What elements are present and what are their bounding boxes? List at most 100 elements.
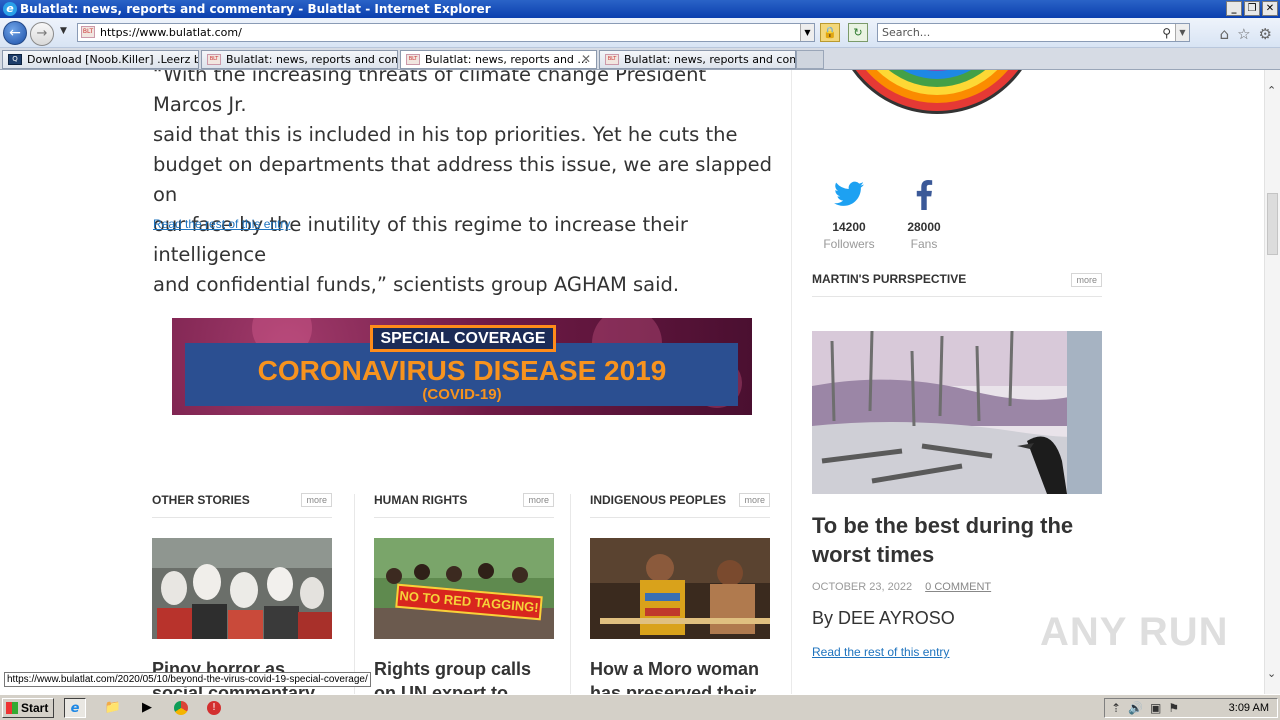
- tray-expand-icon[interactable]: ⇡: [1111, 701, 1121, 715]
- close-button[interactable]: ✕: [1262, 1, 1278, 16]
- restore-button[interactable]: ❐: [1244, 1, 1260, 16]
- banner-subheadline: (COVID-19): [422, 386, 502, 403]
- sidebar-article-title[interactable]: To be the best during the worst times: [812, 511, 1112, 569]
- action-center-flag-icon[interactable]: ⚑: [1168, 701, 1179, 715]
- facebook-count: 28000: [907, 220, 941, 234]
- article-read-more-link[interactable]: Read the rest of this entry: [153, 217, 290, 231]
- new-tab-button[interactable]: [796, 50, 824, 69]
- story-image-rally[interactable]: NO TO RED TAGGING!: [374, 538, 554, 639]
- tab-label: Bulatlat: news, reports and com...: [624, 53, 796, 66]
- address-url[interactable]: https://www.bulatlat.com/: [100, 26, 242, 39]
- bulatlat-favicon-icon: BLT: [605, 54, 619, 65]
- window-titlebar: e Bulatlat: news, reports and commentary…: [0, 0, 1280, 18]
- settings-gear-icon[interactable]: ⚙: [1259, 25, 1272, 43]
- tab-label: Bulatlat: news, reports and ...: [425, 53, 588, 66]
- section-other-stories: OTHER STORIES more Pinoy horror as socia…: [152, 491, 332, 694]
- widget-heading-label: MARTIN'S PURRSPECTIVE: [812, 272, 967, 286]
- scroll-down-icon[interactable]: ⌄: [1267, 667, 1276, 680]
- address-dropdown-icon[interactable]: ▼: [800, 24, 814, 41]
- tab-bulatlat-active[interactable]: BLT Bulatlat: news, reports and ... ✕: [400, 50, 597, 69]
- section-human-rights: HUMAN RIGHTS more NO TO RED TAGGING! Rig…: [374, 491, 554, 694]
- twitter-label: Followers: [823, 237, 875, 251]
- article-line: “With the increasing threats of climate …: [153, 70, 707, 116]
- tab-bulatlat-3[interactable]: BLT Bulatlat: news, reports and com...: [599, 50, 796, 69]
- address-bar[interactable]: BLT https://www.bulatlat.com/ ▼: [77, 23, 815, 42]
- status-bar-url: https://www.bulatlat.com/2020/05/10/beyo…: [4, 672, 371, 687]
- bulatlat-favicon-icon: BLT: [207, 54, 221, 65]
- site-favicon-icon: BLT: [81, 26, 95, 38]
- facebook-fans[interactable]: 28000 Fans: [894, 180, 954, 251]
- section-indigenous-peoples: INDIGENOUS PEOPLES more How a Moro woman…: [590, 491, 770, 694]
- story-image-masked-protesters[interactable]: [152, 538, 332, 639]
- tab-download[interactable]: Q Download [Noob.Killer] .Leerz b...: [2, 50, 199, 69]
- banner-headline: CORONAVIRUS DISEASE 2019: [257, 355, 667, 386]
- column-divider: [354, 494, 355, 694]
- back-button[interactable]: ←: [3, 21, 27, 45]
- network-icon[interactable]: ▣: [1150, 701, 1161, 715]
- volume-icon[interactable]: 🔊: [1128, 701, 1143, 715]
- windows-logo-icon: [6, 702, 18, 714]
- section-heading: HUMAN RIGHTS more: [374, 491, 554, 518]
- article-excerpt: “With the increasing threats of climate …: [153, 70, 778, 300]
- clock[interactable]: 3:09 AM: [1229, 702, 1269, 714]
- more-button[interactable]: more: [739, 493, 770, 507]
- recent-pages-dropdown-icon[interactable]: ▼: [60, 26, 67, 36]
- search-dropdown-icon[interactable]: ▼: [1175, 24, 1189, 41]
- forward-button[interactable]: →: [30, 22, 54, 46]
- tab-close-icon[interactable]: ✕: [581, 51, 591, 68]
- story-image-weaving-women[interactable]: [590, 538, 770, 639]
- security-app-taskbar-icon[interactable]: !: [203, 698, 225, 718]
- security-lock-icon[interactable]: 🔒: [820, 23, 840, 42]
- tab-bulatlat-1[interactable]: BLT Bulatlat: news, reports and com...: [201, 50, 398, 69]
- twitter-count: 14200: [832, 220, 866, 234]
- comment-count-link[interactable]: 0 COMMENT: [925, 581, 991, 593]
- sidebar-article-meta: OCTOBER 23, 2022 0 COMMENT: [812, 581, 991, 593]
- section-heading-label: INDIGENOUS PEOPLES: [590, 493, 727, 507]
- minimize-button[interactable]: _: [1226, 1, 1242, 16]
- story-title[interactable]: How a Moro woman has preserved their: [590, 657, 770, 694]
- article-line: said that this is included in his top pr…: [153, 123, 738, 146]
- rainbow-logo-graphic: [852, 70, 1022, 114]
- section-heading: INDIGENOUS PEOPLES more: [590, 491, 770, 518]
- vertical-scrollbar[interactable]: ⌃ ⌄: [1264, 70, 1280, 694]
- section-heading-label: OTHER STORIES: [152, 493, 250, 507]
- media-player-taskbar-icon[interactable]: ▶: [136, 698, 158, 718]
- search-placeholder: Search...: [882, 26, 931, 39]
- covid-special-coverage-banner[interactable]: SPECIAL COVERAGE CORONAVIRUS DISEASE 201…: [172, 318, 752, 415]
- refresh-icon[interactable]: ↻: [848, 23, 868, 42]
- search-icon[interactable]: ⚲: [1162, 25, 1171, 42]
- sidebar-widget-heading: MARTIN'S PURRSPECTIVE more: [812, 271, 1102, 297]
- folder-taskbar-icon[interactable]: 📁: [102, 698, 124, 718]
- section-heading: OTHER STORIES more: [152, 491, 332, 518]
- more-button[interactable]: more: [523, 493, 554, 507]
- scroll-up-icon[interactable]: ⌃: [1267, 84, 1276, 97]
- article-author: By DEE AYROSO: [812, 608, 955, 628]
- cartoon-image[interactable]: [812, 331, 1102, 494]
- sidebar-read-more-link[interactable]: Read the rest of this entry: [812, 645, 949, 659]
- internet-explorer-taskbar-icon[interactable]: e: [64, 698, 86, 718]
- start-button[interactable]: Start: [2, 698, 54, 718]
- tab-label: Bulatlat: news, reports and com...: [226, 53, 398, 66]
- window-controls: _ ❐ ✕: [1226, 1, 1278, 16]
- anyrun-favicon-icon: Q: [8, 54, 22, 65]
- favorites-star-icon[interactable]: ☆: [1237, 25, 1250, 43]
- toolbar-icons: ⌂ ☆ ⚙: [1220, 25, 1272, 43]
- more-button[interactable]: more: [1071, 273, 1102, 287]
- facebook-label: Fans: [910, 237, 938, 251]
- sidebar-divider: [791, 70, 792, 694]
- scrollbar-thumb[interactable]: [1267, 193, 1278, 255]
- windows-taskbar: Start e 📁 ▶ ! ⇡ 🔊 ▣ ⚑ 3:09 AM: [0, 694, 1280, 720]
- system-tray: ⇡ 🔊 ▣ ⚑ 3:09 AM: [1104, 698, 1278, 718]
- navigation-bar: ← → ▼ BLT https://www.bulatlat.com/ ▼ 🔒 …: [0, 18, 1280, 48]
- twitter-icon: [819, 180, 879, 220]
- twitter-followers[interactable]: 14200 Followers: [819, 180, 879, 251]
- section-heading-label: HUMAN RIGHTS: [374, 493, 468, 507]
- search-input[interactable]: Search... ⚲ ▼: [877, 23, 1190, 42]
- anyrun-watermark: ANY RUN: [1040, 610, 1229, 654]
- story-title[interactable]: Rights group calls on UN expert to: [374, 657, 554, 694]
- home-icon[interactable]: ⌂: [1220, 25, 1230, 43]
- chrome-taskbar-icon[interactable]: [170, 698, 192, 718]
- article-line: budget on departments that address this …: [153, 153, 772, 206]
- banner-tag: SPECIAL COVERAGE: [370, 325, 556, 352]
- more-button[interactable]: more: [301, 493, 332, 507]
